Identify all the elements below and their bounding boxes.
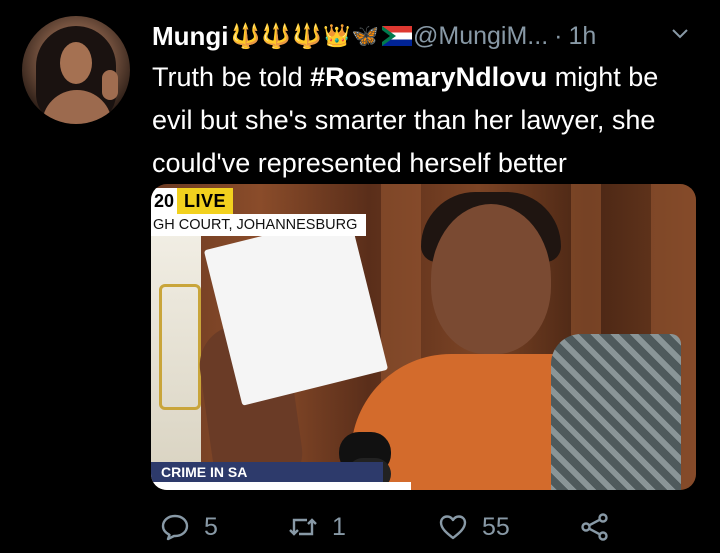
location-caption: GH COURT, JOHANNESBURG	[151, 214, 366, 236]
share-button[interactable]	[580, 508, 610, 546]
live-label: LIVE	[177, 188, 234, 214]
like-button[interactable]: 55	[438, 508, 510, 546]
live-badge: 20 LIVE	[151, 188, 234, 214]
woman-head	[431, 204, 551, 354]
tweet-header: Mungi 🔱 🔱 🔱 👑 🦋 @MungiM... · 1h	[152, 18, 700, 54]
butterfly-emoji-icon: 🦋	[351, 23, 380, 48]
segment-caption: CRIME IN SA	[151, 462, 383, 482]
background-flag	[151, 204, 201, 490]
retweet-count: 1	[332, 512, 346, 541]
tweet-media-video[interactable]: 20 LIVE GH COURT, JOHANNESBURG CRIME IN …	[151, 184, 696, 490]
avatar-face	[60, 42, 92, 84]
woman-shawl	[551, 334, 681, 490]
avatar-hand	[102, 70, 118, 100]
like-count: 55	[482, 512, 510, 541]
retweet-button[interactable]: 1	[288, 508, 346, 546]
chevron-down-icon-svg	[672, 29, 688, 39]
speech-bubble-icon	[161, 514, 189, 541]
ticker-strip	[151, 482, 411, 490]
tweet-timestamp[interactable]: 1h	[568, 22, 596, 51]
tweet-text-part: Truth be told	[152, 62, 311, 92]
south-africa-flag-icon	[382, 26, 413, 46]
author-emojis: 🔱 🔱 🔱 👑 🦋	[231, 22, 413, 51]
reply-button[interactable]: 5	[160, 508, 218, 546]
tweet-actions: 5 1 55	[160, 508, 640, 546]
chevron-down-icon[interactable]	[668, 22, 692, 46]
flag-emblem	[159, 284, 201, 410]
tweet-text: Truth be told #RosemaryNdlovu might be e…	[152, 56, 702, 185]
hashtag-link[interactable]: #RosemaryNdlovu	[310, 62, 547, 92]
separator-dot: ·	[554, 21, 563, 50]
trident-emoji-icon: 🔱	[292, 22, 323, 50]
trident-emoji-icon: 🔱	[261, 22, 292, 50]
live-number: 20	[151, 188, 178, 214]
trident-emoji-icon: 🔱	[230, 22, 261, 50]
crown-emoji-icon: 👑	[323, 23, 351, 48]
author-handle[interactable]: @MungiM...	[413, 22, 548, 51]
author-avatar[interactable]	[22, 16, 130, 124]
share-icon	[581, 513, 608, 541]
heart-icon	[439, 515, 467, 540]
retweet-icon	[289, 518, 317, 536]
author-name[interactable]: Mungi	[152, 21, 229, 52]
reply-count: 5	[204, 512, 218, 541]
